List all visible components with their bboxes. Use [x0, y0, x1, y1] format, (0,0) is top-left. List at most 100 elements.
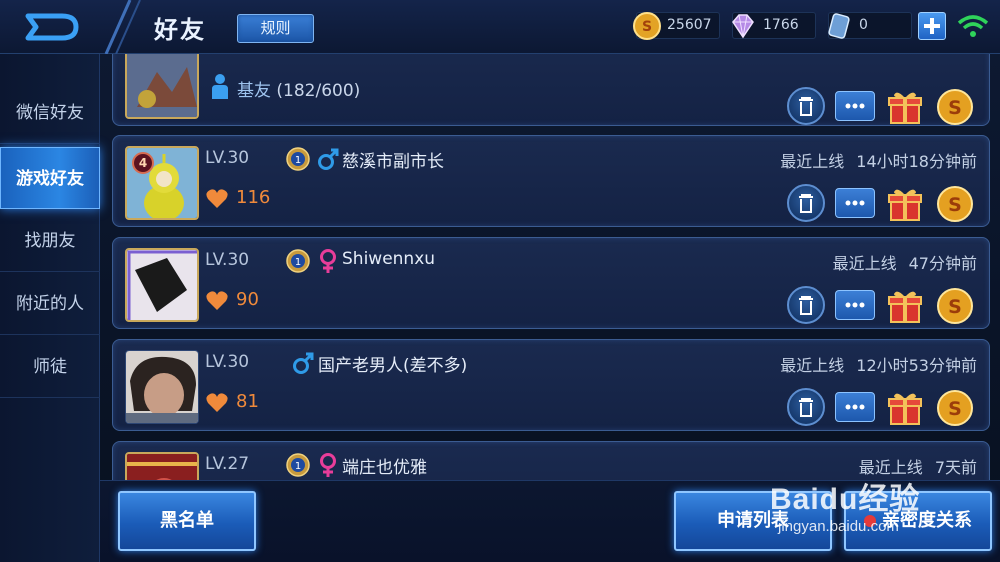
friend-actions: S [787, 184, 977, 222]
send-gold-icon[interactable]: S [935, 388, 975, 428]
friends-person-icon [212, 74, 228, 99]
sidebar-item-game-friends[interactable]: 游戏好友 [0, 147, 100, 209]
friends-label: 基友 [237, 81, 271, 101]
send-gold-icon[interactable]: S [935, 87, 975, 127]
blacklist-button[interactable]: 黑名单 [118, 491, 256, 551]
last-online: 最近上线 12小时53分钟前 [780, 352, 977, 376]
last-online-time: 47分钟前 [908, 254, 977, 273]
friends-capacity: (182/600) [276, 81, 361, 101]
voucher-counter: 0 [828, 12, 912, 39]
message-button[interactable] [835, 91, 875, 121]
intimacy-heart-icon [206, 393, 228, 412]
plus-icon [924, 18, 940, 34]
watermark-url: jingyan.baidu.com [778, 518, 899, 535]
avatar[interactable] [125, 452, 199, 480]
svg-text:S: S [948, 296, 962, 318]
diamond-icon [732, 14, 754, 39]
rules-button[interactable]: 规则 [237, 14, 314, 43]
last-online-time: 14小时18分钟前 [856, 152, 977, 171]
message-button[interactable] [835, 290, 875, 320]
recharge-plus-button[interactable] [918, 12, 946, 40]
sidebar-item-mentorship[interactable]: 师徒 [0, 336, 100, 398]
intimacy-heart-icon [206, 189, 228, 208]
gold-amount: 25607 [667, 17, 712, 33]
chat-bubble-icon [845, 200, 865, 206]
last-online-label: 最近上线 [832, 254, 897, 273]
gift-icon[interactable] [885, 388, 925, 428]
friend-actions: S [787, 286, 977, 324]
intimacy-heart-icon [206, 291, 228, 310]
intimacy-value: 90 [236, 289, 259, 310]
send-gold-icon[interactable]: S [935, 286, 975, 326]
friend-name: Shiwennxu [342, 249, 436, 269]
header-divider-icon [104, 0, 141, 54]
male-icon [318, 148, 339, 170]
avatar-image-icon [127, 454, 197, 480]
delete-friend-button[interactable] [787, 87, 825, 125]
voucher-icon [828, 13, 850, 39]
friend-list[interactable]: 基友 (182/600) S 4 LV.30 1 慈溪市副市长 116 最近上线… [100, 54, 1000, 480]
male-icon [293, 352, 314, 374]
list-item[interactable]: 基友 (182/600) S [112, 54, 990, 126]
send-gold-icon[interactable]: S [935, 184, 975, 224]
list-item[interactable]: LV.30 1 Shiwennxu 90 最近上线 47分钟前 S [112, 237, 990, 329]
svg-text:1: 1 [295, 461, 301, 472]
message-button[interactable] [835, 392, 875, 422]
chat-bubble-icon [845, 103, 865, 109]
sidebar-item-wechat-friends[interactable]: 微信好友 [0, 82, 100, 144]
diamond-counter: 1766 [732, 12, 816, 39]
rank-badge: 4 [132, 152, 154, 174]
list-item[interactable]: LV.30 国产老男人(差不多) 81 最近上线 12小时53分钟前 S [112, 339, 990, 431]
trash-icon [799, 194, 813, 213]
rank-medal-icon: 1 [286, 453, 310, 477]
avatar[interactable] [125, 350, 199, 424]
sidebar-item-nearby[interactable]: 附近的人 [0, 273, 100, 335]
avatar[interactable]: 4 [125, 146, 199, 220]
top-bar: 好友 规则 S 25607 1766 0 [0, 0, 1000, 54]
sidebar: 微信好友 游戏好友 找朋友 附近的人 师徒 [0, 54, 100, 562]
watermark: Baidu经验 jingyan.baidu.com [770, 470, 1000, 540]
female-icon [320, 453, 336, 477]
friend-actions: S [787, 388, 977, 426]
chat-bubble-icon [845, 302, 865, 308]
back-arrow-icon[interactable] [22, 8, 84, 46]
last-online-label: 最近上线 [780, 152, 845, 171]
sidebar-item-find-friends[interactable]: 找朋友 [0, 210, 100, 272]
svg-text:1: 1 [295, 155, 301, 166]
friend-level: LV.30 [205, 148, 250, 168]
trash-icon [799, 398, 813, 417]
gold-coin-icon: S [633, 12, 661, 40]
last-online-time: 12小时53分钟前 [856, 356, 977, 375]
last-online: 最近上线 14小时18分钟前 [780, 148, 977, 172]
last-online-label: 最近上线 [780, 356, 845, 375]
friend-level: LV.30 [205, 250, 250, 270]
voucher-amount: 0 [859, 17, 868, 33]
delete-friend-button[interactable] [787, 286, 825, 324]
svg-text:1: 1 [295, 257, 301, 268]
avatar-image-icon [127, 250, 197, 320]
friend-name: 端庄也优雅 [342, 458, 427, 478]
gift-icon[interactable] [885, 184, 925, 224]
avatar[interactable] [125, 54, 199, 119]
avatar[interactable] [125, 248, 199, 322]
avatar-image-icon [127, 54, 197, 117]
chat-bubble-icon [845, 404, 865, 410]
friend-actions: S [787, 87, 977, 125]
message-button[interactable] [835, 188, 875, 218]
wifi-signal-icon [957, 15, 989, 37]
trash-icon [799, 97, 813, 116]
delete-friend-button[interactable] [787, 184, 825, 222]
avatar-image-icon [126, 351, 198, 423]
rank-medal-icon: 1 [286, 147, 310, 171]
rank-medal-icon: 1 [286, 249, 310, 273]
list-item[interactable]: 4 LV.30 1 慈溪市副市长 116 最近上线 14小时18分钟前 S [112, 135, 990, 227]
female-icon [320, 249, 336, 273]
trash-icon [799, 296, 813, 315]
gift-icon[interactable] [885, 286, 925, 326]
watermark-brand: Baidu经验 [770, 483, 921, 516]
intimacy-value: 116 [236, 187, 271, 208]
gift-icon[interactable] [885, 87, 925, 127]
svg-text:S: S [948, 97, 962, 119]
delete-friend-button[interactable] [787, 388, 825, 426]
diamond-amount: 1766 [763, 17, 799, 33]
